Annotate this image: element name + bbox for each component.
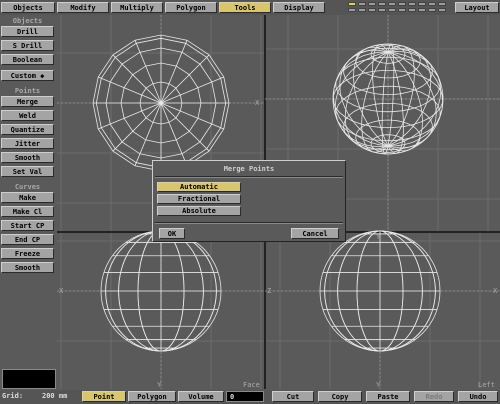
layer-cell[interactable] [428, 8, 436, 12]
layout-button[interactable]: Layout [455, 2, 499, 13]
point-mode-button[interactable]: Point [82, 391, 126, 402]
merge-button[interactable]: Merge [1, 96, 54, 107]
tab-multiply[interactable]: Multiply [111, 2, 163, 13]
layer-cell[interactable] [428, 2, 436, 6]
layer-cell[interactable] [368, 2, 376, 6]
set-val-button[interactable]: Set Val [1, 166, 54, 177]
layer-cell[interactable] [378, 8, 386, 12]
dialog-title: Merge Points [223, 165, 275, 173]
boolean-button[interactable]: Boolean [1, 54, 54, 65]
layer-cell[interactable] [388, 8, 396, 12]
layer-cell[interactable] [378, 2, 386, 6]
undo-button[interactable]: Undo [458, 391, 498, 402]
cancel-button[interactable]: Cancel [291, 228, 339, 239]
dialog-divider [155, 176, 343, 178]
quantize-button[interactable]: Quantize [1, 124, 54, 135]
dialog-divider-bottom [155, 222, 343, 224]
layer-cell[interactable] [348, 2, 356, 6]
fractional-option[interactable]: Fractional [157, 194, 241, 204]
layer-cell[interactable] [348, 8, 356, 12]
make-curve-button[interactable]: Make [1, 192, 54, 203]
make-closed-curve-button[interactable]: Make Cl [1, 206, 54, 217]
layer-cell[interactable] [418, 8, 426, 12]
absolute-option[interactable]: Absolute [157, 206, 241, 216]
selection-count-field: 0 [226, 391, 264, 402]
layer-cell[interactable] [408, 8, 416, 12]
jitter-button[interactable]: Jitter [1, 138, 54, 149]
tab-modify[interactable]: Modify [57, 2, 109, 13]
custom-dropdown[interactable]: Custom ◆ [1, 70, 54, 81]
layer-cell[interactable] [438, 2, 446, 6]
viewport-name-face: Face [243, 381, 260, 389]
axis-label-side-z: Z [267, 287, 271, 295]
viewport-name-left: Left [478, 381, 495, 389]
tab-polygon[interactable]: Polygon [165, 2, 217, 13]
copy-button[interactable]: Copy [318, 391, 362, 402]
top-tab-bar: Objects Modify Multiply Polygon Tools Di… [0, 0, 500, 15]
sidebar-header-points: Points [14, 87, 41, 95]
tool-sidebar: Objects Drill S Drill Boolean Custom ◆ P… [0, 15, 56, 390]
grid-size-value: 200 mm [42, 392, 68, 400]
freeze-button[interactable]: Freeze [1, 248, 54, 259]
tab-display[interactable]: Display [273, 2, 325, 13]
s-drill-button[interactable]: S Drill [1, 40, 54, 51]
tab-objects[interactable]: Objects [1, 2, 55, 13]
layer-cell[interactable] [388, 2, 396, 6]
curves-smooth-button[interactable]: Smooth [1, 262, 54, 273]
points-smooth-button[interactable]: Smooth [1, 152, 54, 163]
layer-cell[interactable] [358, 2, 366, 6]
layer-selector-grid[interactable] [348, 1, 452, 14]
layer-cell[interactable] [368, 8, 376, 12]
merge-points-dialog: Merge Points Automatic Fractional Absolu… [152, 160, 346, 242]
grid-label: Grid: [2, 392, 24, 400]
layer-cell[interactable] [418, 2, 426, 6]
top-view-sphere [92, 34, 230, 172]
ok-button[interactable]: OK [159, 228, 185, 239]
drill-button[interactable]: Drill [1, 26, 54, 37]
layer-cell[interactable] [398, 8, 406, 12]
cut-button[interactable]: Cut [272, 391, 314, 402]
end-cp-button[interactable]: End CP [1, 234, 54, 245]
polygon-mode-button[interactable]: Polygon [128, 391, 176, 402]
layer-cell[interactable] [408, 2, 416, 6]
layer-cell[interactable] [438, 8, 446, 12]
automatic-option[interactable]: Automatic [157, 182, 241, 192]
sidebar-header-curves: Curves [14, 183, 41, 191]
tab-tools[interactable]: Tools [219, 2, 271, 13]
numeric-status-display [2, 369, 56, 389]
layer-cell[interactable] [398, 2, 406, 6]
redo-button[interactable]: Redo [414, 391, 454, 402]
sidebar-header-objects: Objects [12, 17, 43, 25]
layer-cell[interactable] [358, 8, 366, 12]
volume-mode-button[interactable]: Volume [178, 391, 224, 402]
start-cp-button[interactable]: Start CP [1, 220, 54, 231]
paste-button[interactable]: Paste [366, 391, 410, 402]
weld-button[interactable]: Weld [1, 110, 54, 121]
